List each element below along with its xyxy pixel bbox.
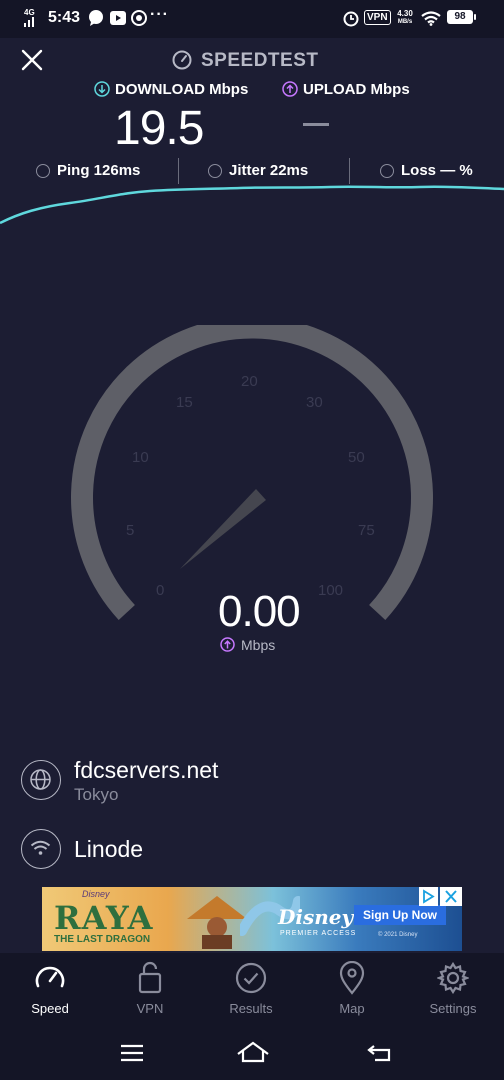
chrome-icon [131,10,147,26]
map-pin-icon [339,961,365,995]
recents-menu-icon[interactable] [120,1044,144,1062]
ad-signup-button[interactable]: Sign Up Now [354,905,446,925]
server-globe-button[interactable] [21,760,61,800]
gauge-needle [180,489,266,569]
gauge-tick: 100 [318,582,344,599]
ad-banner[interactable]: Disney RAYA THE LAST DRAGON Disney+ PREM… [42,887,462,951]
ad-movie-title: RAYA [54,899,154,937]
wifi-icon [30,840,51,855]
data-rate: 4.30 MB/s [395,10,415,26]
speed-graph-line [0,185,504,225]
tab-settings[interactable]: Settings [403,953,503,1025]
tab-vpn[interactable]: VPN [100,953,200,1025]
chat-icon [89,10,103,26]
tab-speed[interactable]: Speed [0,953,100,1025]
upload-icon [220,637,235,652]
download-icon [94,81,110,97]
system-nav-bar [0,1025,504,1080]
back-icon[interactable] [367,1042,393,1062]
ad-brand: Disney [82,889,110,899]
current-speed-value: 0.00 [218,587,301,636]
tab-label: Settings [429,1001,477,1016]
tab-results[interactable]: Results [201,953,301,1025]
data-rate-unit: MB/s [397,19,413,25]
app-title: SPEEDTEST [201,50,319,71]
upload-value-placeholder [303,123,329,126]
speedtest-logo-icon [172,50,192,70]
ad-access: PREMIER ACCESS [280,930,357,937]
download-label: DOWNLOAD Mbps [115,81,249,98]
youtube-icon [110,11,126,25]
upload-icon [282,81,298,97]
tab-label: Map [339,1001,365,1016]
vpn-indicator: VPN [364,10,391,25]
upload-label: UPLOAD Mbps [303,81,410,98]
globe-icon [30,769,51,790]
ad-movie-subtitle: THE LAST DRAGON [54,934,151,945]
lock-icon [138,961,162,994]
alarm-icon [343,11,359,27]
check-circle-icon [235,962,267,994]
gauge-tick: 20 [241,373,258,390]
wifi-icon [421,11,441,26]
more-notifications-icon: ··· [150,6,169,23]
gauge-tick: 30 [306,394,323,411]
speed-gauge-icon [35,966,65,988]
gauge-tick: 10 [132,449,149,466]
status-bar: 4G 5:43 ··· VPN 4.30 MB/s 98 [0,0,504,38]
speed-graph [0,185,504,225]
battery-indicator: 98 [447,10,473,24]
data-rate-value: 4.30 [397,9,413,18]
close-icon[interactable] [20,48,44,72]
download-value: 19.5 [114,102,204,155]
bottom-tab-bar: Speed VPN Results Map Settings [0,953,504,1025]
network-type: 4G [24,8,35,17]
ad-choices-icon[interactable] [419,887,438,906]
clock: 5:43 [48,9,81,26]
ad-close-icon[interactable] [440,887,462,906]
tab-label: Results [229,1001,273,1016]
gauge-tick: 5 [126,522,135,539]
ad-copyright: © 2021 Disney [378,932,418,938]
tab-label: VPN [136,1001,164,1016]
tab-label: Speed [31,1001,69,1016]
provider-wifi-button[interactable] [21,829,61,869]
gear-icon [437,962,469,994]
gauge-track [71,325,433,620]
server-location: Tokyo [74,785,119,804]
gauge-tick: 75 [358,522,375,539]
gauge-tick: 15 [176,394,193,411]
battery-tip [474,14,476,20]
provider-name[interactable]: Linode [74,836,143,863]
signal-icon [24,17,34,27]
home-icon[interactable] [236,1041,270,1063]
server-host[interactable]: fdcservers.net [74,757,218,784]
speed-unit: Mbps [241,637,276,653]
tab-map[interactable]: Map [302,953,402,1025]
gauge-tick: 50 [348,449,365,466]
gauge-tick: 0 [156,582,165,599]
